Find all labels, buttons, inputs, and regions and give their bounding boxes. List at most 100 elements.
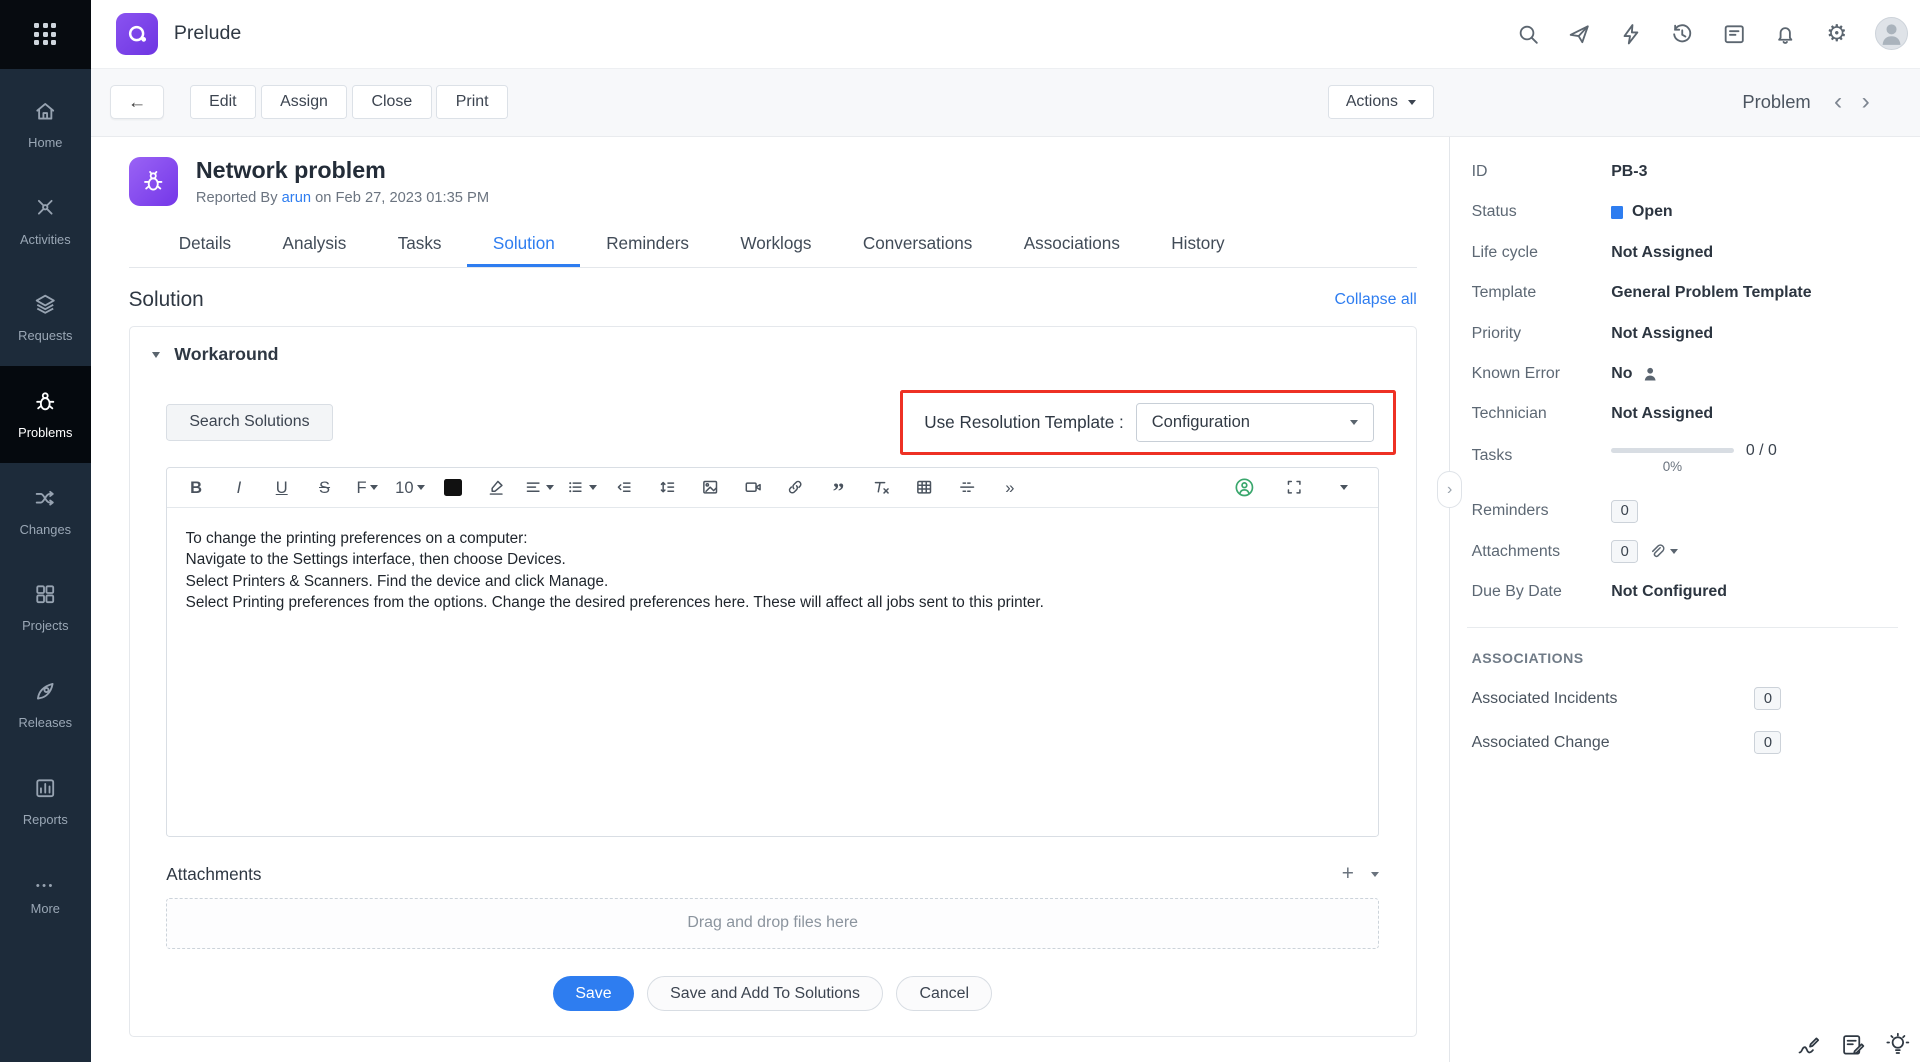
edit-button[interactable]: Edit: [189, 85, 256, 120]
field-reminders: Reminders 0: [1472, 491, 1891, 531]
print-button[interactable]: Print: [436, 85, 508, 120]
divider: [1466, 626, 1898, 629]
tab-reminders[interactable]: Reminders: [580, 223, 714, 267]
user-avatar[interactable]: [1874, 17, 1908, 51]
resolution-template-select[interactable]: Configuration: [1136, 402, 1374, 442]
assign-button[interactable]: Assign: [260, 85, 348, 120]
shell: Prelude ⚙ ← Edit Assign Close Print Acti…: [90, 0, 1920, 1062]
sidebar-item-reports[interactable]: Reports: [0, 753, 91, 850]
quick-actions-icon[interactable]: [1618, 20, 1645, 47]
tab-history[interactable]: History: [1146, 223, 1251, 267]
align-button[interactable]: [522, 472, 555, 504]
sidebar-item-releases[interactable]: Releases: [0, 656, 91, 753]
prelude-logo[interactable]: [116, 12, 158, 55]
associated-change-row[interactable]: Associated Change 0: [1472, 731, 1782, 755]
settings-gear-icon[interactable]: ⚙: [1823, 20, 1850, 47]
notifications-bell-icon[interactable]: [1772, 20, 1799, 47]
sidebar: Home Activities Requests Problems Change…: [0, 0, 91, 1062]
sidebar-item-problems[interactable]: Problems: [0, 366, 91, 463]
save-button[interactable]: Save: [553, 975, 634, 1012]
cancel-button[interactable]: Cancel: [896, 975, 993, 1012]
attachments-label: Attachments: [166, 864, 262, 885]
tab-details[interactable]: Details: [153, 223, 257, 267]
associated-incidents-row[interactable]: Associated Incidents 0: [1472, 686, 1782, 711]
close-button[interactable]: Close: [352, 85, 432, 120]
collaborate-user-icon[interactable]: [1227, 472, 1260, 504]
signature-pen-icon[interactable]: [1796, 1032, 1822, 1058]
sidebar-item-label: Home: [28, 134, 63, 150]
editor-toolbar: B I U S F 10 ” »: [167, 468, 1379, 509]
insert-link-button[interactable]: [779, 472, 812, 504]
sidebar-item-more[interactable]: ••• More: [0, 850, 91, 947]
smart-assist-bulb-icon[interactable]: [1885, 1032, 1911, 1058]
section-title: Solution: [128, 287, 204, 311]
clear-format-button[interactable]: [865, 472, 898, 504]
topbar-actions: ⚙: [1515, 17, 1908, 51]
feedback-note-icon[interactable]: [1840, 1032, 1866, 1058]
insert-video-button[interactable]: [736, 472, 769, 504]
insert-table-button[interactable]: [908, 472, 941, 504]
workaround-toggle[interactable]: Workaround: [151, 344, 1379, 365]
sidebar-item-changes[interactable]: Changes: [0, 463, 91, 560]
back-button[interactable]: ←: [110, 85, 165, 120]
feedback-icon[interactable]: [1720, 20, 1747, 47]
next-record-icon[interactable]: ›: [1856, 89, 1876, 114]
sidebar-item-activities[interactable]: Activities: [0, 173, 91, 270]
highlight-button[interactable]: [479, 472, 512, 504]
associated-change-count: 0: [1754, 731, 1782, 755]
sidebar-item-label: Requests: [18, 328, 73, 344]
sidebar-item-home[interactable]: Home: [0, 76, 91, 173]
attachments-menu[interactable]: [1647, 542, 1678, 560]
search-solutions-button[interactable]: Search Solutions: [166, 403, 333, 441]
rich-text-editor: B I U S F 10 ” » To change the printing …: [166, 466, 1380, 838]
sidebar-item-label: Reports: [22, 811, 68, 827]
file-dropzone[interactable]: Drag and drop files here: [166, 897, 1380, 950]
collapse-toolbar-icon[interactable]: [1328, 472, 1361, 504]
apps-grid-icon[interactable]: [34, 23, 57, 46]
blockquote-button[interactable]: ”: [822, 472, 855, 504]
tab-worklogs[interactable]: Worklogs: [715, 223, 837, 267]
sidebar-item-requests[interactable]: Requests: [0, 269, 91, 366]
whats-new-icon[interactable]: [1566, 20, 1593, 47]
panel-collapse-handle[interactable]: ›: [1437, 471, 1462, 509]
save-and-add-button[interactable]: Save and Add To Solutions: [647, 975, 883, 1012]
insert-image-button[interactable]: [693, 472, 726, 504]
font-size-button[interactable]: 10: [394, 472, 427, 504]
tab-bar: Details Analysis Tasks Solution Reminder…: [128, 223, 1417, 269]
italic-button[interactable]: I: [222, 472, 255, 504]
tab-associations[interactable]: Associations: [998, 223, 1146, 267]
font-family-button[interactable]: F: [351, 472, 384, 504]
bold-button[interactable]: B: [180, 472, 213, 504]
actions-dropdown-button[interactable]: Actions: [1327, 85, 1434, 120]
horizontal-rule-button[interactable]: [950, 472, 983, 504]
chevron-down-icon: [1669, 549, 1678, 555]
chevron-down-icon[interactable]: [1371, 872, 1380, 878]
person-icon[interactable]: [1641, 365, 1659, 383]
outdent-button[interactable]: [608, 472, 641, 504]
tab-conversations[interactable]: Conversations: [837, 223, 998, 267]
underline-button[interactable]: U: [265, 472, 298, 504]
tab-tasks[interactable]: Tasks: [372, 223, 467, 267]
reporter-link[interactable]: arun: [282, 190, 311, 206]
history-icon[interactable]: [1669, 20, 1696, 47]
line-spacing-button[interactable]: [651, 472, 684, 504]
sidebar-item-label: More: [30, 900, 60, 916]
more-tools-button[interactable]: »: [993, 472, 1026, 504]
collapse-all-link[interactable]: Collapse all: [1335, 291, 1417, 309]
tasks-percent: 0%: [1662, 459, 1683, 475]
tasks-progress-bar: 0%: [1611, 442, 1734, 475]
fullscreen-icon[interactable]: [1278, 472, 1311, 504]
field-lifecycle: Life cycle Not Assigned: [1471, 243, 1714, 261]
previous-record-icon[interactable]: ‹: [1828, 89, 1848, 114]
sidebar-item-projects[interactable]: Projects: [0, 560, 91, 657]
add-attachment-icon[interactable]: +: [1342, 864, 1354, 885]
strikethrough-button[interactable]: S: [308, 472, 341, 504]
editor-line: Navigate to the Settings interface, then…: [185, 551, 566, 569]
tab-analysis[interactable]: Analysis: [257, 223, 372, 267]
tab-solution[interactable]: Solution: [467, 223, 581, 268]
selected-template-value: Configuration: [1151, 412, 1250, 432]
editor-content[interactable]: To change the printing preferences on a …: [167, 508, 1378, 836]
list-button[interactable]: [565, 472, 598, 504]
search-icon[interactable]: [1515, 20, 1542, 47]
text-color-button[interactable]: [437, 472, 470, 504]
